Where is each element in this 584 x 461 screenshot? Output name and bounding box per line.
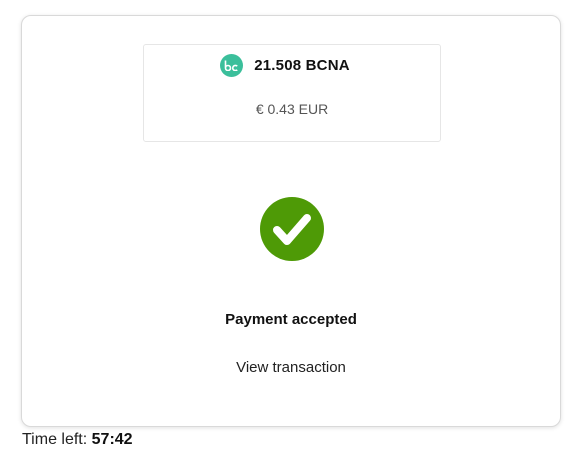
payment-status: Payment accepted xyxy=(225,311,357,328)
payment-page: 21.508 BCNA € 0.43 EUR Payment accepted … xyxy=(0,0,584,461)
fiat-amount: € 0.43 EUR xyxy=(255,101,329,117)
time-left-value: 57:42 xyxy=(91,431,133,448)
view-transaction-link[interactable]: View transaction xyxy=(22,359,560,376)
time-left-label: Time left: xyxy=(22,431,88,448)
coin-amount-row: 21.508 BCNA xyxy=(144,53,440,77)
bitcanna-logo-icon xyxy=(220,53,244,77)
payment-card: 21.508 BCNA € 0.43 EUR Payment accepted … xyxy=(21,15,561,427)
checkmark-circle-icon xyxy=(259,196,325,262)
amount-summary-box: 21.508 BCNA € 0.43 EUR xyxy=(143,44,441,142)
coin-amount: 21.508 BCNA xyxy=(254,56,350,74)
time-left: Time left: 57:42 xyxy=(22,431,133,449)
